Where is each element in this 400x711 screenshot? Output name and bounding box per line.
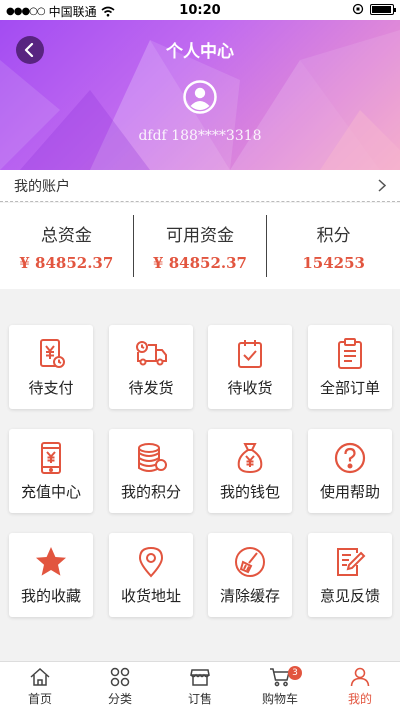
broom-icon bbox=[235, 546, 265, 577]
money-bag-icon bbox=[237, 442, 263, 473]
menu-label: 我的积分 bbox=[120, 482, 181, 501]
phone-recharge-icon bbox=[41, 441, 61, 474]
menu-label: 使用帮助 bbox=[319, 482, 380, 501]
avatar-user-icon[interactable] bbox=[183, 80, 217, 114]
menu-label: 意见反馈 bbox=[319, 586, 380, 605]
chevron-right-icon bbox=[378, 179, 386, 192]
menu-label: 待收货 bbox=[227, 378, 273, 397]
fund-points-title: 积分 bbox=[316, 225, 351, 246]
menu-shipping-address[interactable]: 收货地址 bbox=[109, 533, 193, 617]
fund-available[interactable]: 可用资金 ¥ 84852.37 bbox=[132, 215, 267, 277]
tab-label: 分类 bbox=[107, 692, 132, 706]
menu-label: 清除缓存 bbox=[219, 586, 280, 605]
profile-header: 个人中心 dfdf 188****3318 bbox=[0, 20, 400, 170]
tab-category[interactable]: 分类 bbox=[80, 662, 160, 711]
user-icon bbox=[350, 667, 370, 687]
menu-label: 我的钱包 bbox=[219, 482, 280, 501]
tab-home[interactable]: 首页 bbox=[0, 662, 80, 711]
tab-label: 订售 bbox=[187, 692, 212, 706]
menu-all-orders[interactable]: 全部订单 bbox=[308, 325, 392, 409]
page-title: 个人中心 bbox=[166, 42, 234, 62]
fund-points-value: 154253 bbox=[302, 253, 365, 272]
menu-awaiting-shipment[interactable]: 待发货 bbox=[109, 325, 193, 409]
my-account-row[interactable]: 我的账户 bbox=[0, 170, 400, 202]
fund-points[interactable]: 积分 154253 bbox=[266, 215, 400, 277]
menu-recharge-center[interactable]: 充值中心 bbox=[9, 429, 93, 513]
clipboard-icon bbox=[338, 337, 362, 369]
status-bar: ●●●○○ 中国联通 10:20 bbox=[0, 0, 400, 20]
funds-summary: 总资金 ¥ 84852.37 可用资金 ¥ 84852.37 积分 154253 bbox=[0, 203, 400, 289]
tab-cart[interactable]: 3 购物车 bbox=[240, 662, 320, 711]
menu-my-favorites[interactable]: 我的收藏 bbox=[9, 533, 93, 617]
fund-total-title: 总资金 bbox=[40, 225, 92, 246]
battery-icon bbox=[370, 3, 396, 15]
cart-badge: 3 bbox=[288, 666, 302, 680]
category-grid-icon bbox=[110, 667, 130, 687]
menu-my-wallet[interactable]: 我的钱包 bbox=[208, 429, 292, 513]
delivery-truck-icon bbox=[136, 340, 167, 365]
tab-label: 购物车 bbox=[261, 692, 298, 706]
menu-label: 待支付 bbox=[28, 378, 74, 397]
menu-grid: 待支付 待发货 待收货 全部订单 充值中心 我的积分 我的钱包 使用帮助 我的收… bbox=[0, 301, 400, 641]
tab-label: 首页 bbox=[27, 692, 52, 706]
menu-my-points[interactable]: 我的积分 bbox=[109, 429, 193, 513]
menu-label: 充值中心 bbox=[20, 482, 81, 501]
tab-label: 我的 bbox=[347, 692, 372, 706]
fund-available-value: ¥ 84852.37 bbox=[153, 253, 247, 272]
location-pin-icon bbox=[138, 546, 164, 577]
menu-label: 全部订单 bbox=[319, 378, 380, 397]
feedback-edit-icon bbox=[337, 547, 366, 576]
orientation-lock-icon bbox=[352, 3, 364, 15]
fund-total-value: ¥ 84852.37 bbox=[19, 253, 114, 272]
status-time: 10:20 bbox=[179, 3, 221, 18]
star-icon bbox=[36, 546, 66, 576]
username-phone: dfdf 188****3318 bbox=[138, 128, 262, 144]
menu-awaiting-receipt[interactable]: 待收货 bbox=[208, 325, 292, 409]
coins-icon bbox=[138, 442, 167, 472]
menu-label: 收货地址 bbox=[120, 586, 181, 605]
fund-available-title: 可用资金 bbox=[166, 225, 234, 246]
tab-mine[interactable]: 我的 bbox=[320, 662, 400, 711]
menu-label: 我的收藏 bbox=[20, 586, 81, 605]
my-account-label: 我的账户 bbox=[14, 178, 70, 195]
store-icon bbox=[190, 669, 210, 686]
pending-payment-icon bbox=[40, 338, 65, 368]
bottom-tab-bar: 首页 分类 订售 3 购物车 我的 bbox=[0, 661, 400, 711]
receive-check-icon bbox=[238, 339, 262, 368]
help-icon bbox=[334, 442, 366, 473]
menu-label: 待发货 bbox=[128, 378, 174, 397]
fund-total[interactable]: 总资金 ¥ 84852.37 bbox=[0, 215, 133, 277]
tab-store[interactable]: 订售 bbox=[160, 662, 240, 711]
menu-help[interactable]: 使用帮助 bbox=[308, 429, 392, 513]
menu-pending-payment[interactable]: 待支付 bbox=[9, 325, 93, 409]
home-icon bbox=[30, 667, 50, 686]
menu-feedback[interactable]: 意见反馈 bbox=[308, 533, 392, 617]
menu-clear-cache[interactable]: 清除缓存 bbox=[208, 533, 292, 617]
